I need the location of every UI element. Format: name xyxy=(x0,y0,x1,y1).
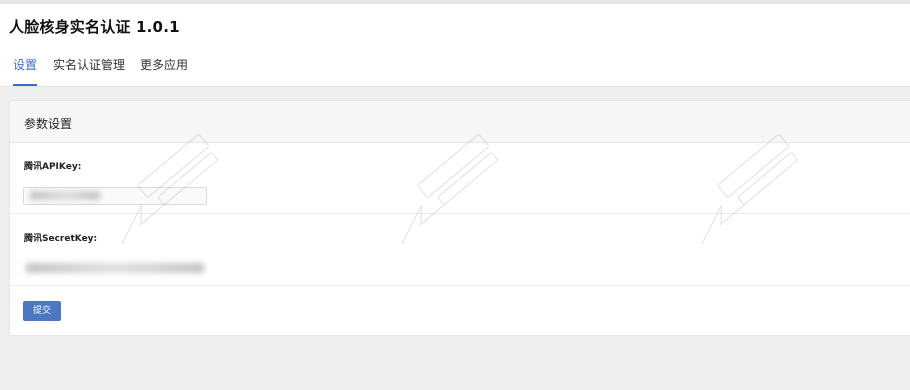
field-divider-2 xyxy=(10,285,910,286)
tab-verification-management[interactable]: 实名认证管理 xyxy=(53,58,125,84)
secretkey-label: 腾讯SecretKey: xyxy=(24,234,98,244)
panel-title: 参数设置 xyxy=(24,117,73,131)
secretkey-obscured-value xyxy=(26,263,204,273)
panel-header: 参数设置 xyxy=(10,101,910,143)
field-divider xyxy=(10,213,910,214)
submit-button[interactable]: 提交 xyxy=(23,301,61,321)
tab-more-apps[interactable]: 更多应用 xyxy=(140,58,188,84)
apikey-obscured-value xyxy=(30,191,100,200)
settings-panel: 参数设置 腾讯APIKey: 腾讯SecretKey: 提交 xyxy=(9,100,910,336)
page-title: 人脸核身实名认证 1.0.1 xyxy=(9,18,180,36)
page-header: 人脸核身实名认证 1.0.1 设置 实名认证管理 更多应用 xyxy=(0,4,910,87)
tab-settings[interactable]: 设置 xyxy=(13,58,38,86)
apikey-label: 腾讯APIKey: xyxy=(24,162,82,172)
